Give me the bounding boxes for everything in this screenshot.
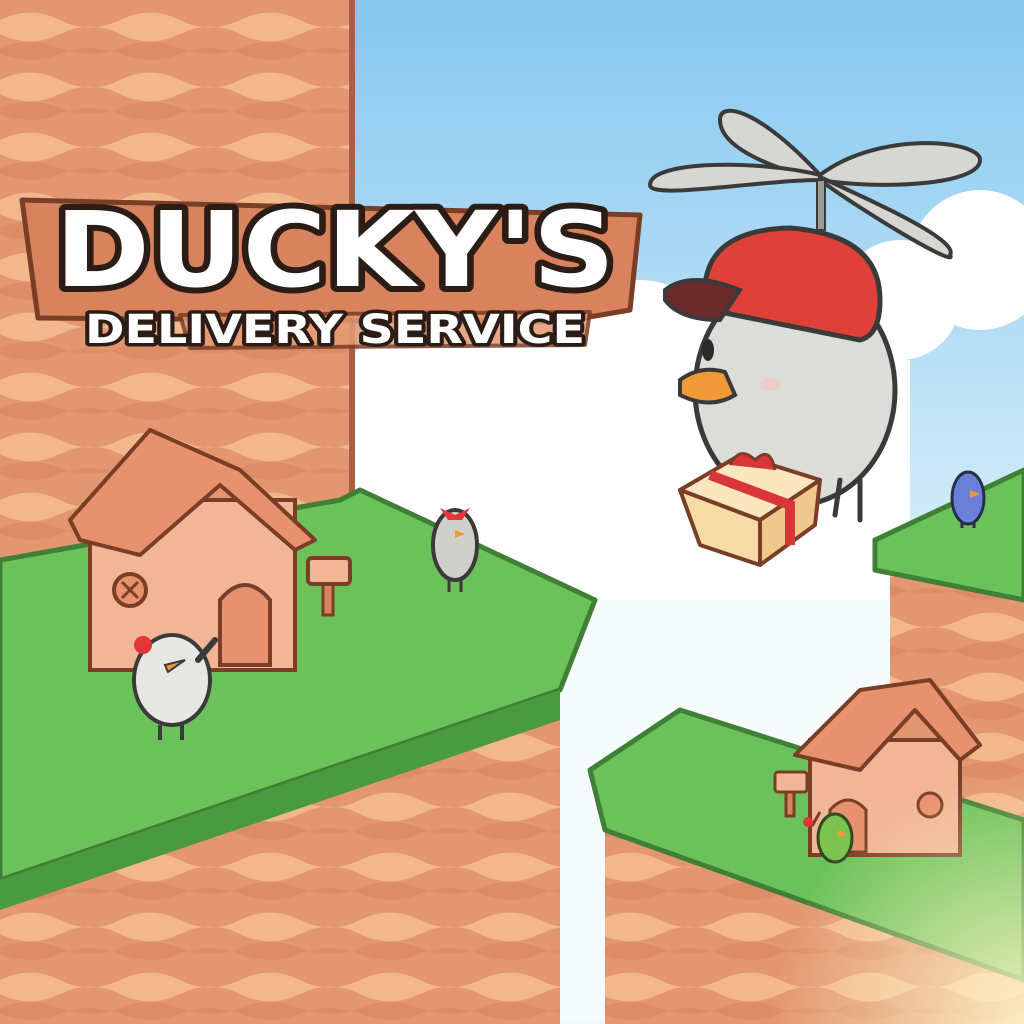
game-subtitle: DELIVERY SERVICE xyxy=(85,307,585,353)
game-cover-scene: DUCKY'S DELIVERY SERVICE xyxy=(0,0,1024,1024)
sunlight-glow xyxy=(600,600,1024,1024)
scene-canvas: DUCKY'S DELIVERY SERVICE xyxy=(0,0,1024,1024)
game-title: DUCKY'S xyxy=(55,189,615,311)
title-sign: DUCKY'S DELIVERY SERVICE xyxy=(19,183,643,357)
